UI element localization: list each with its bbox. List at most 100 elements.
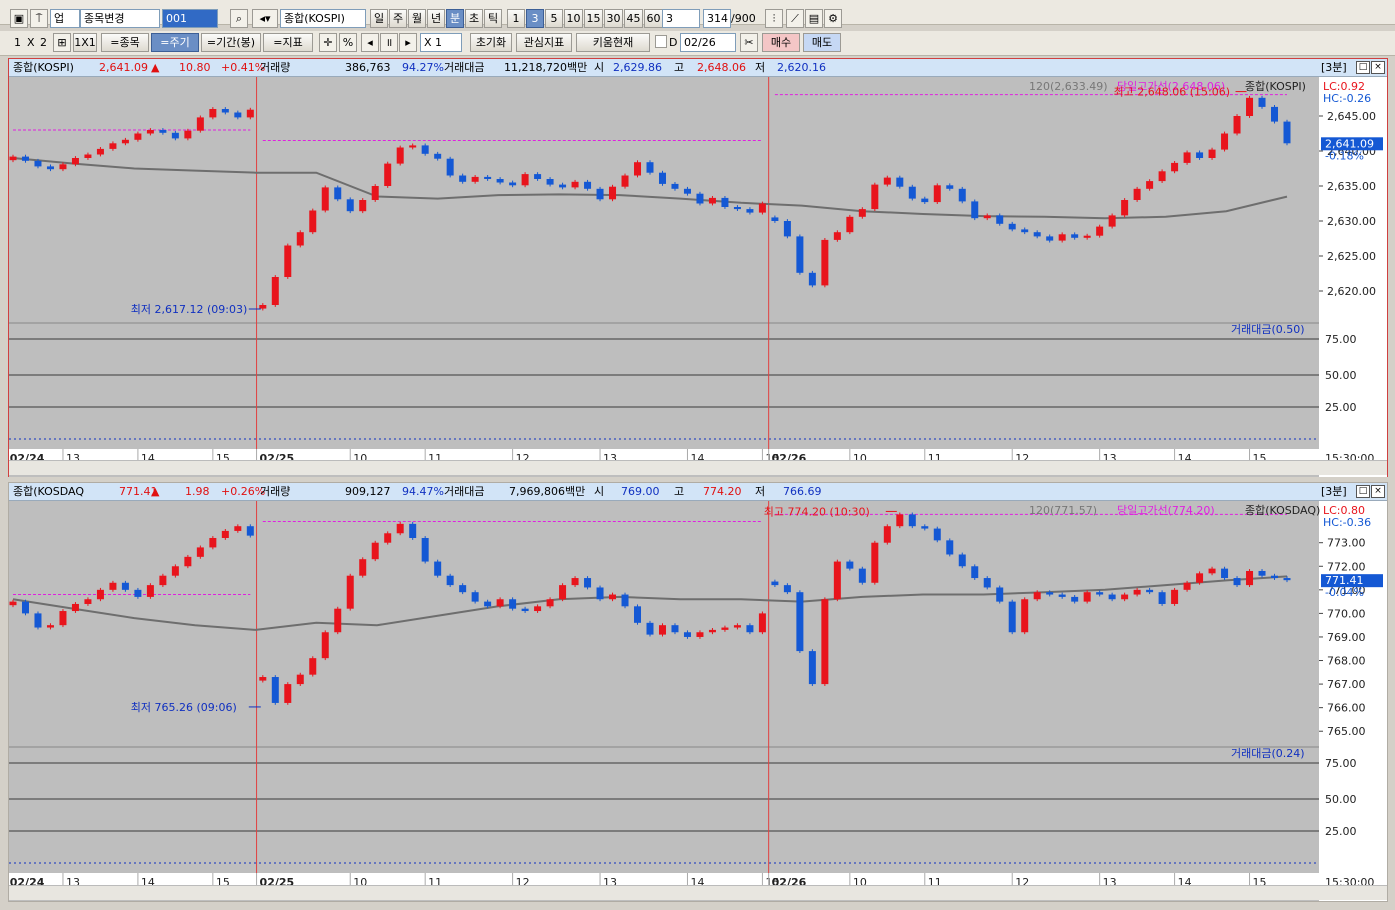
count-input[interactable]: 314	[703, 9, 731, 28]
period-btn-3[interactable]: 년	[427, 9, 445, 28]
next-icon[interactable]: ▸	[399, 33, 417, 52]
scissors-icon[interactable]: ✂	[740, 33, 758, 52]
candle-body	[758, 613, 766, 633]
period-btn-0[interactable]: 일	[370, 9, 388, 28]
chart-type-icon[interactable]: ⫶	[765, 9, 783, 28]
candle-body	[958, 188, 966, 202]
search-icon[interactable]: ⌕	[230, 9, 248, 28]
period-btn-6[interactable]: 틱	[484, 9, 502, 28]
layout-1x1-button[interactable]: 1X1	[73, 33, 97, 52]
save-icon[interactable]: ▤	[805, 9, 823, 28]
candle-body	[484, 601, 492, 607]
candle-body	[1021, 229, 1029, 233]
reset-button[interactable]: 초기화	[470, 33, 512, 52]
layout-x[interactable]: X	[27, 33, 35, 52]
crosshair-icon[interactable]: ✛	[319, 33, 337, 52]
candle-body	[171, 132, 179, 139]
interval-btn-2[interactable]: 5	[545, 9, 563, 28]
candle-body	[284, 245, 292, 277]
candle-body	[384, 533, 392, 543]
date-checkbox[interactable]	[655, 35, 667, 48]
candle-body	[783, 221, 791, 237]
candle-body	[946, 540, 954, 555]
change-value: 1.98	[185, 485, 210, 498]
candle-body	[21, 601, 29, 614]
candle-body	[634, 162, 642, 176]
line-draw-icon[interactable]: ⟋	[786, 9, 804, 28]
current-pct-tag: -0.04%	[1325, 586, 1364, 599]
change-value: 10.80	[179, 61, 211, 74]
period-tag: [3분]	[1321, 61, 1347, 74]
percent-button[interactable]: %	[339, 33, 357, 52]
close-icon[interactable]: ×	[1371, 485, 1385, 498]
candle-body	[46, 625, 54, 628]
current-price: 2,641.09	[99, 61, 148, 74]
candle-body	[209, 537, 217, 548]
kospi-chart-panel: 종합(KOSPI) 2,641.09 ▲ 10.80 +0.41% 거래량 38…	[8, 58, 1388, 477]
date-label: D	[669, 36, 678, 49]
maximize-icon[interactable]: □	[1356, 61, 1370, 74]
period-button[interactable]: =주기	[151, 33, 199, 52]
interval-select[interactable]: 3	[662, 9, 700, 28]
kosdaq-scrollbar[interactable]	[9, 885, 1387, 900]
close-icon[interactable]: ×	[1371, 61, 1385, 74]
interval-btn-0[interactable]: 1	[507, 9, 525, 28]
kospi-scrollbar[interactable]	[9, 460, 1387, 475]
kospi-chart-canvas[interactable]: 75.00 50.00 25.00 거래대금(0.50) 2,620.00 2,625.0…	[9, 77, 1387, 477]
candle-body	[1271, 575, 1279, 579]
candle-body	[221, 530, 229, 538]
multiplier-select[interactable]: X 1	[420, 33, 462, 52]
candle-body	[634, 606, 642, 623]
sound-icon[interactable]: ◂▾	[252, 9, 278, 28]
candle-body	[34, 613, 42, 628]
candle-body	[658, 625, 666, 635]
candle-body	[733, 207, 741, 210]
window-icon[interactable]: ▣	[10, 9, 28, 28]
period-btn-2[interactable]: 월	[408, 9, 426, 28]
ma-legend: 120(2,633.49)	[1029, 80, 1108, 93]
candle-body	[1146, 181, 1154, 189]
stock-button[interactable]: =종목	[101, 33, 149, 52]
period-btn-1[interactable]: 주	[389, 9, 407, 28]
kiwoom-current-button[interactable]: 키움현재	[576, 33, 650, 52]
candle-body	[946, 185, 954, 189]
candle-body	[471, 592, 479, 602]
date-input[interactable]: 02/26	[680, 33, 736, 52]
interval-btn-4[interactable]: 15	[584, 9, 603, 28]
interval-btn-3[interactable]: 10	[564, 9, 583, 28]
category-select[interactable]: 업	[50, 9, 80, 28]
candle-body	[1183, 152, 1191, 163]
pin-icon[interactable]: ⍑	[30, 9, 48, 28]
layout-2[interactable]: 2	[40, 33, 47, 52]
gear-icon[interactable]: ⚙	[824, 9, 842, 28]
name-field[interactable]: 종합(KOSPI)	[280, 9, 366, 28]
interval-btn-1[interactable]: 3	[526, 9, 544, 28]
pause-icon[interactable]: ॥	[380, 33, 398, 52]
candle-body	[1071, 596, 1079, 602]
index-name: 종합(KOSDAQ	[13, 485, 85, 498]
grid-icon[interactable]: ⊞	[53, 33, 71, 52]
kosdaq-chart-canvas[interactable]: 75.00 50.00 25.00 거래대금(0.24) 765.00 766.00 767…	[9, 501, 1387, 901]
candle-body	[296, 674, 304, 685]
range-button[interactable]: =기간(봉)	[201, 33, 261, 52]
candle-body	[671, 183, 679, 189]
maximize-icon[interactable]: □	[1356, 485, 1370, 498]
candle-body	[921, 526, 929, 529]
buy-button[interactable]: 매수	[762, 33, 800, 52]
interval-btn-7[interactable]: 60	[644, 9, 663, 28]
open-label: 시	[594, 485, 605, 498]
period-btn-5[interactable]: 초	[465, 9, 483, 28]
interval-btn-6[interactable]: 45	[624, 9, 643, 28]
candle-body	[883, 526, 891, 543]
layout-1[interactable]: 1	[14, 33, 21, 52]
y-tick-label: 773.00	[1327, 537, 1366, 550]
indicator-button[interactable]: =지표	[263, 33, 313, 52]
stock-change-select[interactable]: 종목변경	[80, 9, 160, 28]
interest-indicator-button[interactable]: 관심지표	[516, 33, 572, 52]
code-input[interactable]: 001	[162, 9, 218, 28]
candle-body	[1071, 234, 1079, 238]
period-btn-4[interactable]: 분	[446, 9, 464, 28]
prev-icon[interactable]: ◂	[361, 33, 379, 52]
sell-button[interactable]: 매도	[803, 33, 841, 52]
interval-btn-5[interactable]: 30	[604, 9, 623, 28]
